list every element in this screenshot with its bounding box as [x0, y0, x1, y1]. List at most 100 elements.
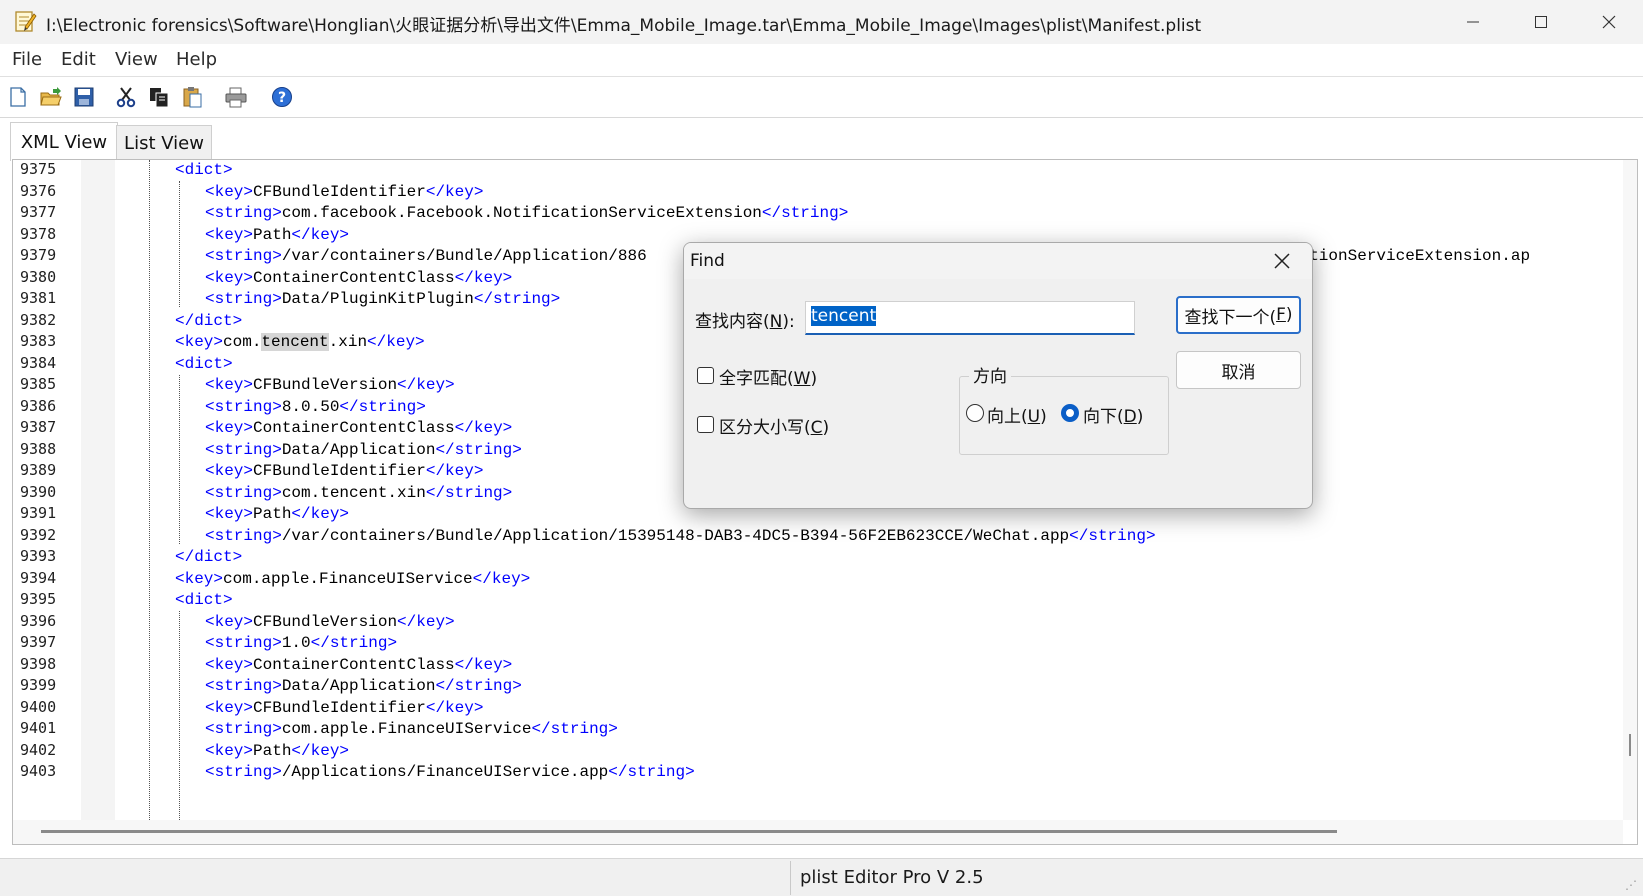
- open-button[interactable]: [37, 83, 65, 111]
- xml-text: .xin: [328, 333, 368, 351]
- xml-tag: </key>: [291, 505, 350, 523]
- maximize-button[interactable]: [1511, 0, 1571, 44]
- xml-text: com.tencent.xin: [281, 483, 426, 502]
- xml-tag: </string>: [339, 397, 426, 416]
- direction-down-label[interactable]: 向下(D): [1083, 402, 1143, 427]
- xml-tag: <key>: [205, 505, 254, 523]
- minimize-button[interactable]: [1443, 0, 1503, 44]
- new-file-button[interactable]: [4, 83, 32, 111]
- code-line: </dict>: [175, 311, 242, 332]
- vertical-scrollbar[interactable]: [1623, 160, 1637, 820]
- match-case-checkbox[interactable]: [697, 416, 714, 433]
- xml-text: ContainerContentClass: [253, 655, 455, 674]
- xml-text: com.facebook.Facebook.NotificationServic…: [281, 204, 762, 222]
- xml-tag: </dict>: [175, 311, 243, 330]
- line-number: 9400: [20, 697, 57, 716]
- horizontal-scroll-thumb[interactable]: [41, 830, 1337, 833]
- xml-tag: <string>: [205, 763, 282, 781]
- direction-up-label[interactable]: 向上(U): [987, 402, 1047, 427]
- line-number: 9379: [20, 246, 57, 264]
- xml-tag: </dict>: [175, 548, 243, 566]
- indent-guide: [179, 181, 181, 307]
- xml-tag: </key>: [472, 569, 531, 588]
- close-icon[interactable]: [1272, 251, 1292, 271]
- xml-tag: <key>: [205, 419, 254, 437]
- menu-edit[interactable]: Edit: [61, 49, 96, 70]
- paste-button[interactable]: [178, 83, 206, 111]
- line-number: 9382: [20, 310, 57, 329]
- xml-tag: <string>: [205, 634, 282, 652]
- xml-tag: <dict>: [175, 161, 233, 179]
- toolbar: ?: [0, 77, 1643, 118]
- xml-tag: <string>: [205, 204, 282, 222]
- code-line: <string>Data/Application</string>: [205, 440, 522, 461]
- window-title: I:\Electronic forensics\Software\Honglia…: [46, 16, 1202, 36]
- xml-tag: <string>: [205, 247, 282, 265]
- menu-view[interactable]: View: [115, 49, 158, 70]
- line-number: 9381: [20, 289, 57, 307]
- direction-down-radio[interactable]: [1061, 404, 1079, 422]
- xml-text: Path: [253, 225, 292, 244]
- whole-word-checkbox[interactable]: [697, 367, 714, 384]
- tab-list-view[interactable]: List View: [116, 125, 212, 161]
- xml-tag: <key>: [205, 268, 254, 287]
- menu-help[interactable]: Help: [176, 49, 217, 70]
- xml-tag: </string>: [761, 204, 849, 222]
- svg-text:?: ?: [278, 90, 286, 106]
- cancel-button[interactable]: 取消: [1176, 351, 1301, 389]
- line-number: 9398: [20, 654, 57, 673]
- xml-tag: <string>: [205, 526, 282, 545]
- line-number: 9390: [20, 482, 57, 501]
- print-button[interactable]: [222, 83, 250, 111]
- xml-tag: <key>: [205, 698, 254, 717]
- direction-up-radio[interactable]: [966, 404, 984, 422]
- code-line: <key>CFBundleIdentifier</key>: [205, 698, 483, 719]
- code-line: <string>Data/Application</string>: [205, 676, 522, 697]
- horizontal-scrollbar[interactable]: [13, 820, 1623, 844]
- line-number: 9397: [20, 633, 57, 651]
- cut-button[interactable]: [112, 83, 140, 111]
- line-number: 9380: [20, 267, 57, 286]
- indent-guide: [149, 160, 151, 820]
- close-button[interactable]: [1579, 0, 1639, 44]
- xml-tag: <string>: [205, 440, 282, 459]
- indent-guide: [179, 611, 181, 820]
- status-bar: plist Editor Pro V 2.5 ⋰: [0, 858, 1643, 896]
- code-line: <key>CFBundleIdentifier</key>: [205, 182, 483, 203]
- line-number: 9384: [20, 353, 57, 372]
- help-button[interactable]: ?: [268, 83, 296, 111]
- xml-tag: </string>: [473, 290, 561, 308]
- code-line: <string>1.0</string>: [205, 633, 397, 654]
- line-number-gutter: 9375 9376 9377 9378 9379 9380 9381 9382 9383 9384…: [13, 160, 81, 820]
- xml-tag: </key>: [397, 612, 455, 631]
- find-what-input[interactable]: tencent: [805, 301, 1135, 335]
- xml-text: Path: [253, 741, 292, 760]
- xml-tag: <key>: [205, 376, 254, 394]
- match-case-label[interactable]: 区分大小写(C): [719, 413, 829, 438]
- code-line: <string>Data/PluginKitPlugin</string>: [205, 289, 560, 310]
- whole-word-label[interactable]: 全字匹配(W): [719, 364, 817, 389]
- code-line: <string>8.0.50</string>: [205, 397, 426, 418]
- xml-tag: <string>: [205, 677, 282, 695]
- find-what-value: tencent: [811, 306, 877, 326]
- copy-button[interactable]: [145, 83, 173, 111]
- vertical-scroll-thumb[interactable]: [1629, 734, 1631, 756]
- resize-grip-icon[interactable]: ⋰: [1625, 878, 1637, 892]
- menu-file[interactable]: File: [12, 49, 42, 70]
- find-dialog-titlebar[interactable]: Find: [684, 243, 1312, 279]
- xml-text: ContainerContentClass: [253, 268, 455, 287]
- xml-tag: </key>: [425, 182, 484, 201]
- line-number: 9388: [20, 439, 57, 458]
- code-line: <string>com.facebook.Facebook.Notificati…: [205, 203, 848, 224]
- line-number: 9401: [20, 719, 57, 737]
- find-next-button[interactable]: 查找下一个(F): [1176, 296, 1301, 334]
- line-number: 9402: [20, 740, 57, 759]
- line-number: 9375: [20, 160, 57, 178]
- xml-text: CFBundleIdentifier: [253, 698, 426, 717]
- save-button[interactable]: [70, 83, 98, 111]
- paste-icon: [183, 87, 202, 108]
- tab-xml-view[interactable]: XML View: [10, 122, 118, 161]
- xml-text: Data/PluginKitPlugin: [281, 290, 474, 308]
- indent-guide: [179, 375, 181, 544]
- line-number: 9393: [20, 547, 57, 565]
